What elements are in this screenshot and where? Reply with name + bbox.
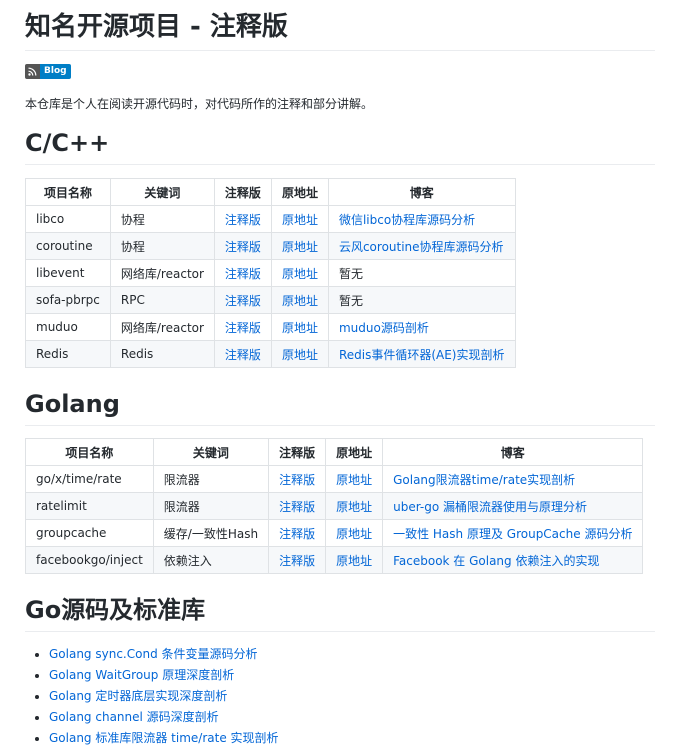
col-header-original: 原地址	[270, 178, 329, 206]
list-item: Golang 定时器底层实现深度剖析	[49, 686, 655, 707]
cell-keyword: 协程	[109, 205, 215, 233]
cell-keyword: 依赖注入	[152, 546, 270, 574]
section-heading-golang: Golang	[25, 388, 655, 426]
col-header-blog: 博客	[382, 438, 644, 466]
gostd-link[interactable]: Golang sync.Cond 条件变量源码分析	[49, 647, 258, 661]
annotated-link[interactable]: 注释版	[225, 240, 261, 254]
original-link[interactable]: 原地址	[282, 294, 318, 308]
cell-keyword: RPC	[109, 286, 215, 314]
list-item: Golang channel 源码深度剖析	[49, 707, 655, 728]
cell-name: sofa-pbrpc	[25, 286, 111, 314]
col-header-name: 项目名称	[25, 178, 111, 206]
annotated-link[interactable]: 注释版	[279, 554, 315, 568]
table-row: libco 协程 注释版 原地址 微信libco协程库源码分析	[25, 205, 516, 233]
cell-keyword: 网络库/reactor	[109, 259, 215, 287]
blog-badge[interactable]: Blog	[25, 64, 71, 79]
table-row: Redis Redis 注释版 原地址 Redis事件循环器(AE)实现剖析	[25, 340, 516, 368]
annotated-link[interactable]: 注释版	[225, 294, 261, 308]
gostd-link[interactable]: Golang channel 源码深度剖析	[49, 710, 219, 724]
col-header-keyword: 关键词	[109, 178, 215, 206]
section-heading-gostd: Go源码及标准库	[25, 594, 655, 632]
cell-keyword: 限流器	[152, 465, 270, 493]
cell-name: facebookgo/inject	[25, 546, 154, 574]
original-link[interactable]: 原地址	[282, 348, 318, 362]
blog-link[interactable]: Facebook 在 Golang 依赖注入的实现	[393, 554, 599, 568]
original-link[interactable]: 原地址	[282, 213, 318, 227]
table-row: coroutine 协程 注释版 原地址 云风coroutine协程库源码分析	[25, 232, 516, 260]
cell-blog-none: 暂无	[327, 259, 516, 287]
table-header-row: 项目名称 关键词 注释版 原地址 博客	[25, 178, 516, 206]
blog-link[interactable]: 微信libco协程库源码分析	[339, 213, 475, 227]
original-link[interactable]: 原地址	[282, 267, 318, 281]
cell-keyword: 限流器	[152, 492, 270, 520]
annotated-link[interactable]: 注释版	[279, 500, 315, 514]
cell-keyword: 协程	[109, 232, 215, 260]
original-link[interactable]: 原地址	[282, 240, 318, 254]
list-item: Golang sync.Cond 条件变量源码分析	[49, 644, 655, 665]
cell-keyword: 网络库/reactor	[109, 313, 215, 341]
cell-blog-none: 暂无	[327, 286, 516, 314]
table-row: muduo 网络库/reactor 注释版 原地址 muduo源码剖析	[25, 313, 516, 341]
col-header-annotated: 注释版	[213, 178, 272, 206]
col-header-blog: 博客	[327, 178, 516, 206]
intro-text: 本仓库是个人在阅读开源代码时，对代码所作的注释和部分讲解。	[25, 97, 374, 111]
annotated-link[interactable]: 注释版	[225, 213, 261, 227]
cell-name: ratelimit	[25, 492, 154, 520]
gostd-list: Golang sync.Cond 条件变量源码分析 Golang WaitGro…	[25, 644, 655, 749]
blog-link[interactable]: 云风coroutine协程库源码分析	[339, 240, 504, 254]
table-header-row: 项目名称 关键词 注释版 原地址 博客	[25, 438, 644, 466]
blog-link[interactable]: Golang限流器time/rate实现剖析	[393, 473, 575, 487]
original-link[interactable]: 原地址	[336, 527, 372, 541]
blog-link[interactable]: 一致性 Hash 原理及 GroupCache 源码分析	[393, 527, 632, 541]
blog-link[interactable]: muduo源码剖析	[339, 321, 429, 335]
section-heading-cpp: C/C++	[25, 127, 655, 165]
cell-name: muduo	[25, 313, 111, 341]
col-header-original: 原地址	[325, 438, 384, 466]
cell-name: Redis	[25, 340, 111, 368]
original-link[interactable]: 原地址	[336, 500, 372, 514]
table-row: sofa-pbrpc RPC 注释版 原地址 暂无	[25, 286, 516, 314]
col-header-keyword: 关键词	[152, 438, 270, 466]
blog-link[interactable]: uber-go 漏桶限流器使用与原理分析	[393, 500, 587, 514]
table-row: libevent 网络库/reactor 注释版 原地址 暂无	[25, 259, 516, 287]
golang-table: 项目名称 关键词 注释版 原地址 博客 go/x/time/rate 限流器 注…	[25, 438, 644, 574]
cell-name: libevent	[25, 259, 111, 287]
list-item: Golang 标准库限流器 time/rate 实现剖析	[49, 728, 655, 749]
cell-name: go/x/time/rate	[25, 465, 154, 493]
table-row: ratelimit 限流器 注释版 原地址 uber-go 漏桶限流器使用与原理…	[25, 492, 644, 520]
original-link[interactable]: 原地址	[282, 321, 318, 335]
cell-name: groupcache	[25, 519, 154, 547]
col-header-name: 项目名称	[25, 438, 154, 466]
gostd-link[interactable]: Golang WaitGroup 原理深度剖析	[49, 668, 234, 682]
table-row: groupcache 缓存/一致性Hash 注释版 原地址 一致性 Hash 原…	[25, 519, 644, 547]
annotated-link[interactable]: 注释版	[225, 267, 261, 281]
rss-icon	[25, 64, 40, 79]
cpp-table: 项目名称 关键词 注释版 原地址 博客 libco 协程 注释版 原地址 微信l…	[25, 178, 516, 368]
blog-badge-label: Blog	[40, 64, 71, 79]
list-item: Golang WaitGroup 原理深度剖析	[49, 665, 655, 686]
gostd-link[interactable]: Golang 标准库限流器 time/rate 实现剖析	[49, 731, 279, 745]
table-row: facebookgo/inject 依赖注入 注释版 原地址 Facebook …	[25, 546, 644, 574]
table-row: go/x/time/rate 限流器 注释版 原地址 Golang限流器time…	[25, 465, 644, 493]
blog-link[interactable]: Redis事件循环器(AE)实现剖析	[339, 348, 505, 362]
original-link[interactable]: 原地址	[336, 473, 372, 487]
original-link[interactable]: 原地址	[336, 554, 372, 568]
annotated-link[interactable]: 注释版	[225, 348, 261, 362]
readme-content: 知名开源项目 - 注释版 Blog 本仓库是个人在阅读开源代码时，对代码所作的注…	[0, 0, 679, 749]
gostd-link[interactable]: Golang 定时器底层实现深度剖析	[49, 689, 227, 703]
cell-name: coroutine	[25, 232, 111, 260]
cell-keyword: Redis	[109, 340, 215, 368]
annotated-link[interactable]: 注释版	[279, 527, 315, 541]
col-header-annotated: 注释版	[268, 438, 327, 466]
cell-name: libco	[25, 205, 111, 233]
annotated-link[interactable]: 注释版	[279, 473, 315, 487]
cell-keyword: 缓存/一致性Hash	[152, 519, 270, 547]
annotated-link[interactable]: 注释版	[225, 321, 261, 335]
page-title: 知名开源项目 - 注释版	[25, 0, 655, 51]
